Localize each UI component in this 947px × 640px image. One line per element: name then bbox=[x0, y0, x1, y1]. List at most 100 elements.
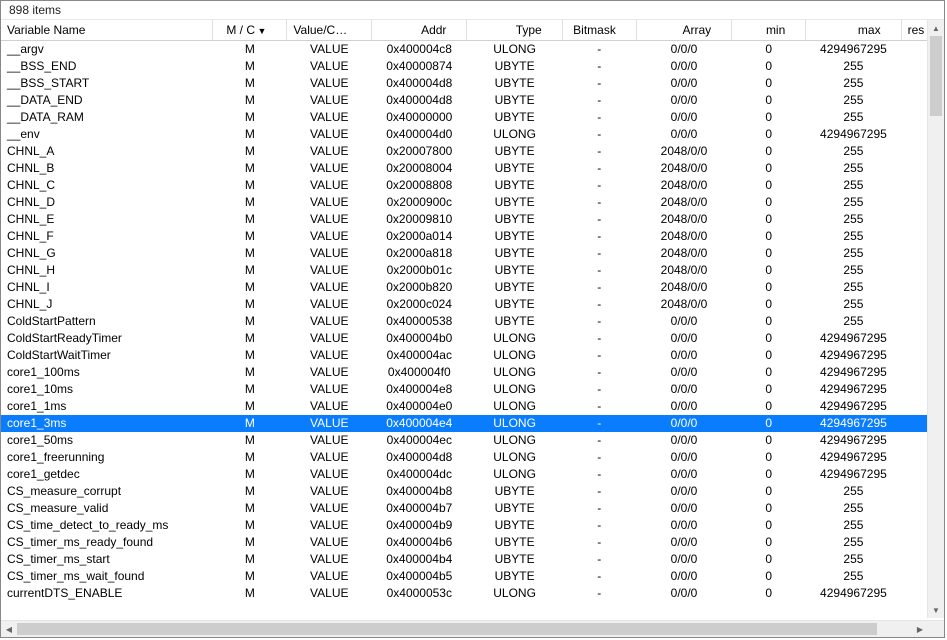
table-row[interactable]: core1_3msMVALUE0x400004e4ULONG-0/0/00429… bbox=[1, 415, 944, 432]
table-row[interactable]: CHNL_EMVALUE0x20009810UBYTE-2048/0/00255 bbox=[1, 211, 944, 228]
table-row[interactable]: __DATA_ENDMVALUE0x400004d8UBYTE-0/0/0025… bbox=[1, 92, 944, 109]
cell-bitmask: - bbox=[562, 313, 636, 330]
vertical-scrollbar[interactable]: ▲ ▼ bbox=[927, 20, 944, 618]
cell-type: UBYTE bbox=[467, 296, 562, 313]
table-row[interactable]: CHNL_FMVALUE0x2000a014UBYTE-2048/0/00255 bbox=[1, 228, 944, 245]
cell-addr: 0x400004ac bbox=[372, 347, 467, 364]
col-header-mc[interactable]: M / C bbox=[213, 20, 287, 41]
table-row[interactable]: CS_timer_ms_startMVALUE0x400004b4UBYTE-0… bbox=[1, 551, 944, 568]
horizontal-scroll-thumb[interactable] bbox=[17, 623, 877, 635]
cell-bitmask: - bbox=[562, 194, 636, 211]
cell-variable-name: CS_timer_ms_ready_found bbox=[1, 534, 213, 551]
cell-variable-name: __argv bbox=[1, 41, 213, 58]
cell-max: 255 bbox=[806, 58, 901, 75]
table-row[interactable]: CHNL_GMVALUE0x2000a818UBYTE-2048/0/00255 bbox=[1, 245, 944, 262]
col-header-max[interactable]: max bbox=[806, 20, 901, 41]
cell-min: 0 bbox=[732, 398, 806, 415]
col-header-array[interactable]: Array bbox=[636, 20, 731, 41]
cell-array: 0/0/0 bbox=[636, 500, 731, 517]
cell-array: 0/0/0 bbox=[636, 109, 731, 126]
scroll-left-arrow-icon[interactable]: ◀ bbox=[1, 621, 17, 637]
cell-min: 0 bbox=[732, 432, 806, 449]
table-row[interactable]: ColdStartReadyTimerMVALUE0x400004b0ULONG… bbox=[1, 330, 944, 347]
table-row[interactable]: CS_measure_validMVALUE0x400004b7UBYTE-0/… bbox=[1, 500, 944, 517]
cell-array: 0/0/0 bbox=[636, 415, 731, 432]
cell-type: UBYTE bbox=[467, 160, 562, 177]
cell-array: 0/0/0 bbox=[636, 330, 731, 347]
scroll-right-arrow-icon[interactable]: ▶ bbox=[912, 621, 928, 637]
table-row[interactable]: core1_10msMVALUE0x400004e8ULONG-0/0/0042… bbox=[1, 381, 944, 398]
table-row[interactable]: CS_measure_corruptMVALUE0x400004b8UBYTE-… bbox=[1, 483, 944, 500]
cell-value: VALUE bbox=[287, 585, 372, 602]
table-row[interactable]: CHNL_DMVALUE0x2000900cUBYTE-2048/0/00255 bbox=[1, 194, 944, 211]
col-header-type[interactable]: Type bbox=[467, 20, 562, 41]
cell-variable-name: CHNL_E bbox=[1, 211, 213, 228]
cell-type: UBYTE bbox=[467, 313, 562, 330]
table-row[interactable]: __envMVALUE0x400004d0ULONG-0/0/004294967… bbox=[1, 126, 944, 143]
table-row[interactable]: currentDTS_ENABLEMVALUE0x4000053cULONG-0… bbox=[1, 585, 944, 602]
table-row[interactable]: ColdStartWaitTimerMVALUE0x400004acULONG-… bbox=[1, 347, 944, 364]
cell-value: VALUE bbox=[287, 364, 372, 381]
scroll-down-arrow-icon[interactable]: ▼ bbox=[928, 602, 944, 618]
vertical-scroll-thumb[interactable] bbox=[930, 36, 942, 116]
cell-type: UBYTE bbox=[467, 551, 562, 568]
table-row[interactable]: CHNL_AMVALUE0x20007800UBYTE-2048/0/00255 bbox=[1, 143, 944, 160]
cell-mc: M bbox=[213, 330, 287, 347]
cell-bitmask: - bbox=[562, 500, 636, 517]
col-header-bitmask[interactable]: Bitmask bbox=[562, 20, 636, 41]
cell-bitmask: - bbox=[562, 364, 636, 381]
scroll-up-arrow-icon[interactable]: ▲ bbox=[928, 20, 944, 36]
cell-array: 2048/0/0 bbox=[636, 143, 731, 160]
cell-max: 255 bbox=[806, 160, 901, 177]
cell-addr: 0x2000b01c bbox=[372, 262, 467, 279]
cell-value: VALUE bbox=[287, 194, 372, 211]
cell-addr: 0x400004dc bbox=[372, 466, 467, 483]
cell-mc: M bbox=[213, 381, 287, 398]
table-row[interactable]: CHNL_IMVALUE0x2000b820UBYTE-2048/0/00255 bbox=[1, 279, 944, 296]
table-row[interactable]: __argvMVALUE0x400004c8ULONG-0/0/00429496… bbox=[1, 41, 944, 58]
table-row[interactable]: CS_timer_ms_ready_foundMVALUE0x400004b6U… bbox=[1, 534, 944, 551]
col-header-min[interactable]: min bbox=[732, 20, 806, 41]
variable-list-window: 898 items Variable Name M / C Value/Curv… bbox=[0, 0, 945, 638]
cell-value: VALUE bbox=[287, 534, 372, 551]
col-header-addr[interactable]: Addr bbox=[372, 20, 467, 41]
cell-variable-name: CHNL_B bbox=[1, 160, 213, 177]
table-row[interactable]: core1_getdecMVALUE0x400004dcULONG-0/0/00… bbox=[1, 466, 944, 483]
cell-mc: M bbox=[213, 177, 287, 194]
cell-value: VALUE bbox=[287, 568, 372, 585]
col-header-variable-name[interactable]: Variable Name bbox=[1, 20, 213, 41]
cell-max: 4294967295 bbox=[806, 449, 901, 466]
cell-type: UBYTE bbox=[467, 177, 562, 194]
cell-min: 0 bbox=[732, 466, 806, 483]
table-row[interactable]: core1_freerunningMVALUE0x400004d8ULONG-0… bbox=[1, 449, 944, 466]
table-row[interactable]: CS_timer_ms_wait_foundMVALUE0x400004b5UB… bbox=[1, 568, 944, 585]
horizontal-scroll-track[interactable] bbox=[17, 621, 912, 637]
cell-mc: M bbox=[213, 245, 287, 262]
table-row[interactable]: __BSS_ENDMVALUE0x40000874UBYTE-0/0/00255 bbox=[1, 58, 944, 75]
table-row[interactable]: ColdStartPatternMVALUE0x40000538UBYTE-0/… bbox=[1, 313, 944, 330]
col-header-value[interactable]: Value/Curv... bbox=[287, 20, 372, 41]
cell-array: 0/0/0 bbox=[636, 517, 731, 534]
cell-array: 0/0/0 bbox=[636, 449, 731, 466]
horizontal-scrollbar[interactable]: ◀ ▶ bbox=[1, 620, 944, 637]
table-row[interactable]: CHNL_HMVALUE0x2000b01cUBYTE-2048/0/00255 bbox=[1, 262, 944, 279]
cell-array: 2048/0/0 bbox=[636, 279, 731, 296]
table-row[interactable]: CS_time_detect_to_ready_msMVALUE0x400004… bbox=[1, 517, 944, 534]
table-row[interactable]: CHNL_CMVALUE0x20008808UBYTE-2048/0/00255 bbox=[1, 177, 944, 194]
cell-max: 4294967295 bbox=[806, 347, 901, 364]
table-row[interactable]: CHNL_BMVALUE0x20008004UBYTE-2048/0/00255 bbox=[1, 160, 944, 177]
cell-mc: M bbox=[213, 58, 287, 75]
cell-mc: M bbox=[213, 534, 287, 551]
cell-value: VALUE bbox=[287, 279, 372, 296]
table-row[interactable]: __DATA_RAMMVALUE0x40000000UBYTE-0/0/0025… bbox=[1, 109, 944, 126]
cell-value: VALUE bbox=[287, 177, 372, 194]
cell-max: 255 bbox=[806, 296, 901, 313]
cell-variable-name: __env bbox=[1, 126, 213, 143]
table-row[interactable]: CHNL_JMVALUE0x2000c024UBYTE-2048/0/00255 bbox=[1, 296, 944, 313]
table-row[interactable]: core1_100msMVALUE0x400004f0ULONG-0/0/004… bbox=[1, 364, 944, 381]
table-row[interactable]: __BSS_STARTMVALUE0x400004d8UBYTE-0/0/002… bbox=[1, 75, 944, 92]
cell-variable-name: core1_1ms bbox=[1, 398, 213, 415]
table-row[interactable]: core1_1msMVALUE0x400004e0ULONG-0/0/00429… bbox=[1, 398, 944, 415]
vertical-scroll-track[interactable] bbox=[928, 36, 944, 602]
table-row[interactable]: core1_50msMVALUE0x400004ecULONG-0/0/0042… bbox=[1, 432, 944, 449]
